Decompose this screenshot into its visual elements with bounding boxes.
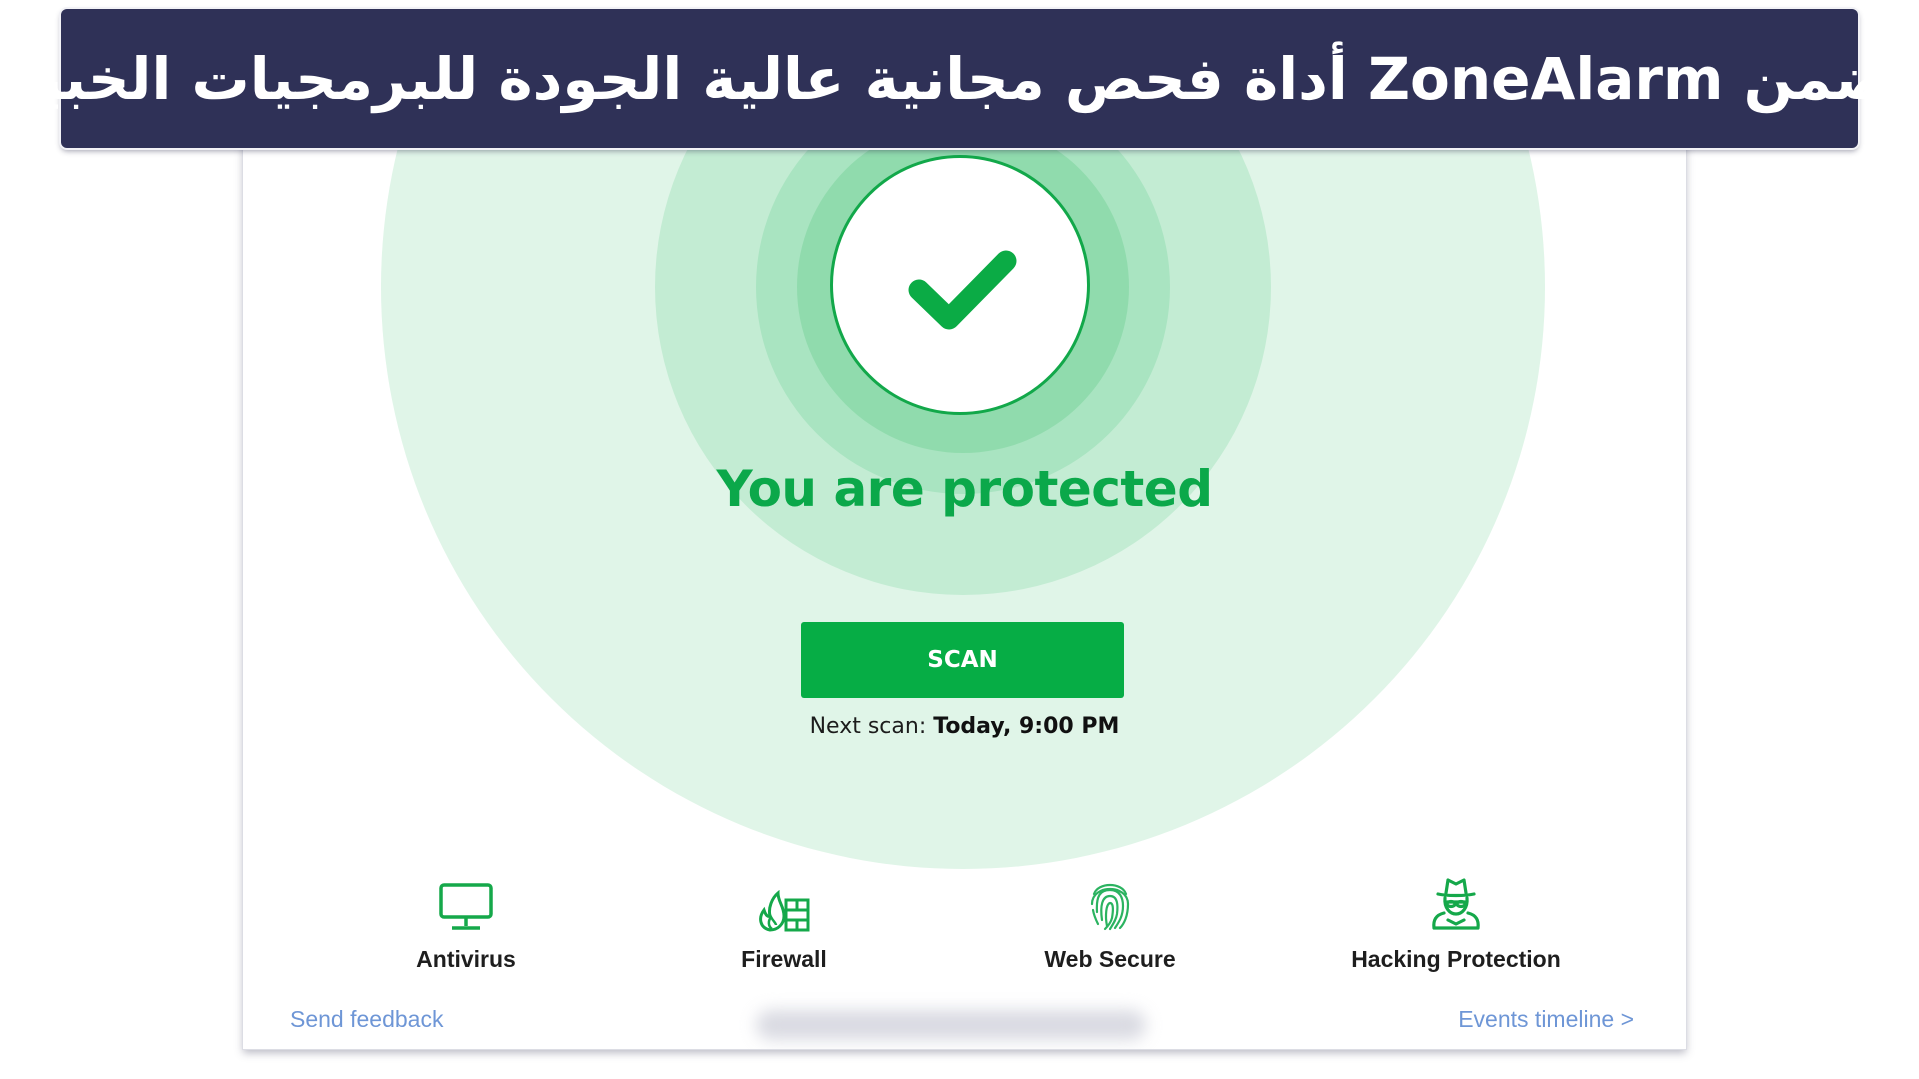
next-scan-label: Next scan: — [809, 714, 927, 739]
feature-label: Web Secure — [1044, 946, 1176, 972]
next-scan-value: Today, 9:00 PM — [933, 714, 1120, 739]
next-scan-info: Next scan: Today, 9:00 PM — [243, 714, 1686, 739]
send-feedback-link[interactable]: Send feedback — [290, 1006, 443, 1033]
feature-firewall[interactable]: Firewall — [654, 876, 914, 973]
zonealarm-main-window: You are protected SCAN Next scan: Today,… — [243, 120, 1686, 1049]
fingerprint-icon — [1090, 883, 1130, 931]
caption-title: يتضمن ZoneAlarm أداة فحص مجانية عالية ال… — [0, 44, 1919, 113]
protection-status-circle — [830, 155, 1090, 415]
caption-banner: يتضمن ZoneAlarm أداة فحص مجانية عالية ال… — [0, 9, 1919, 148]
redacted-version-info — [756, 1010, 1146, 1040]
feature-antivirus[interactable]: Antivirus — [336, 876, 596, 973]
protection-status-title: You are protected — [716, 460, 1213, 518]
feature-hacking-protection[interactable]: Hacking Protection — [1326, 876, 1586, 973]
feature-label: Hacking Protection — [1351, 946, 1561, 972]
spy-icon — [1432, 878, 1480, 930]
monitor-icon — [439, 883, 493, 930]
feature-label: Firewall — [741, 946, 827, 972]
feature-label: Antivirus — [416, 946, 516, 972]
events-timeline-link[interactable]: Events timeline > — [1458, 1006, 1634, 1033]
scan-button[interactable]: SCAN — [801, 622, 1124, 698]
checkmark-icon — [908, 250, 1017, 330]
feature-web-secure[interactable]: Web Secure — [980, 876, 1240, 973]
firewall-icon — [759, 890, 810, 932]
